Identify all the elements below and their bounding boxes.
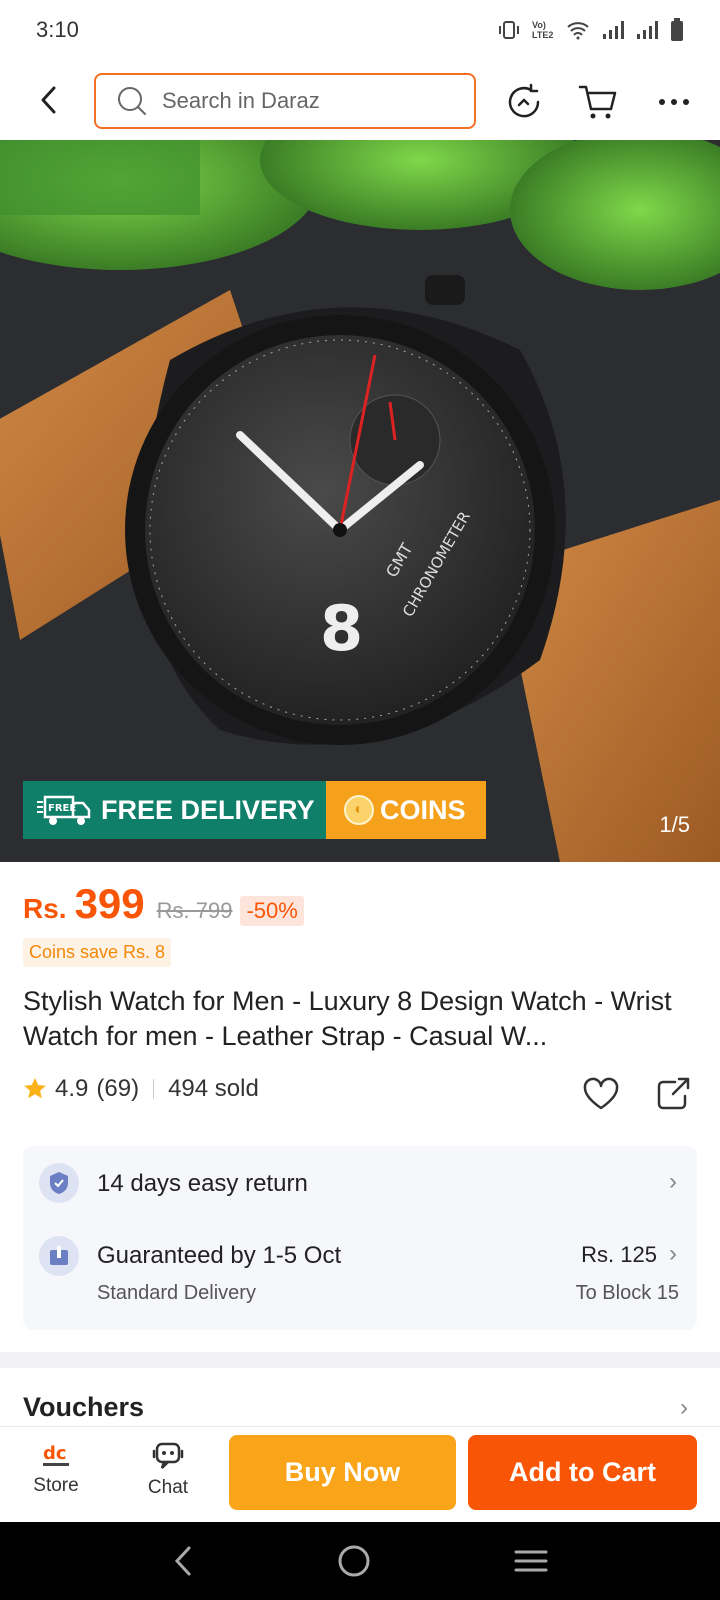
price-row: Rs. 399 Rs. 799 -50% — [23, 880, 304, 928]
status-icons: Vo) LTE2 — [498, 18, 684, 42]
delivery-guarantee: Guaranteed by 1-5 Oct — [97, 1242, 342, 1269]
delivery-location: To Block 15 — [575, 1282, 679, 1304]
service-card: 14 days easy return › Guaranteed by 1-5 … — [23, 1146, 697, 1330]
add-to-cart-button[interactable]: Add to Cart — [468, 1435, 697, 1510]
return-policy-row[interactable]: 14 days easy return › — [23, 1146, 697, 1220]
svg-text:dc: dc — [43, 1443, 67, 1464]
section-divider — [0, 1352, 720, 1368]
system-nav-bar — [0, 1522, 720, 1600]
chat-label: Chat — [147, 1477, 189, 1498]
rating-row[interactable]: 4.9 (69) 494 sold — [23, 1075, 259, 1103]
wishlist-button[interactable] — [579, 1072, 623, 1116]
more-dots-icon — [659, 99, 689, 105]
battery-icon — [671, 18, 683, 41]
vibrate-icon — [499, 21, 519, 39]
more-button[interactable] — [650, 78, 698, 126]
back-arrow-icon — [41, 86, 56, 114]
history-button[interactable] — [500, 78, 548, 126]
signal-icon-2 — [637, 21, 658, 39]
status-bar: 3:10 Vo) LTE2 — [0, 0, 720, 60]
store-button[interactable]: dc Store — [6, 1441, 106, 1497]
nav-back-icon[interactable] — [171, 1544, 195, 1578]
nav-recents-icon[interactable] — [513, 1547, 549, 1575]
cart-button[interactable] — [574, 78, 622, 126]
refresh-history-icon — [508, 83, 540, 118]
sold-count: 494 sold — [168, 1075, 259, 1102]
original-price: Rs. 799 — [156, 898, 233, 923]
delivery-fee: Rs. 125 — [581, 1242, 657, 1267]
search-icon — [118, 87, 146, 115]
coin-icon: ◐ — [344, 795, 374, 825]
product-title: Stylish Watch for Men - Luxury 8 Design … — [23, 986, 672, 1051]
price-currency: Rs. — [23, 893, 67, 924]
bottom-action-bar: dc Store Chat Buy Now Add to Cart — [0, 1426, 720, 1522]
chat-button[interactable]: Chat — [118, 1441, 218, 1499]
chevron-right-icon: › — [669, 1240, 677, 1267]
lte-label: Vo) LTE2 — [532, 20, 554, 40]
delivery-type: Standard Delivery — [97, 1282, 256, 1304]
product-image[interactable]: 8 GMT CHRONOMETER — [0, 140, 720, 862]
chevron-right-icon: › — [669, 1168, 677, 1195]
wifi-icon — [567, 22, 589, 40]
svg-text:FREE: FREE — [48, 803, 76, 814]
watch-illustration: 8 GMT CHRONOMETER — [0, 140, 720, 862]
chevron-right-icon[interactable]: › — [680, 1394, 688, 1422]
delivery-box-icon — [39, 1236, 79, 1276]
shield-check-icon — [39, 1163, 79, 1203]
cart-icon — [578, 85, 617, 119]
coins-save-badge: Coins save Rs. 8 — [23, 938, 172, 967]
nav-home-icon[interactable] — [337, 1544, 371, 1578]
svg-text:8: 8 — [320, 592, 363, 665]
heart-icon — [583, 1077, 619, 1110]
delivery-row[interactable]: Guaranteed by 1-5 Oct Standard Delivery … — [23, 1220, 697, 1330]
image-counter: 1/5 — [659, 812, 690, 837]
coins-label: COINS — [380, 794, 466, 825]
search-placeholder: Search in Daraz — [162, 88, 320, 113]
status-time: 3:10 — [36, 17, 79, 42]
star-icon — [24, 1078, 46, 1099]
store-logo-icon: dc — [43, 1443, 69, 1466]
discount-badge: -50% — [240, 896, 304, 926]
price-amount: 399 — [74, 880, 145, 927]
top-bar: Search in Daraz — [0, 64, 720, 140]
search-input[interactable]: Search in Daraz — [94, 73, 476, 129]
free-delivery-label: FREE DELIVERY — [101, 794, 315, 825]
return-policy-label: 14 days easy return — [97, 1170, 308, 1197]
signal-icon-1 — [603, 21, 624, 39]
store-label: Store — [33, 1475, 79, 1496]
chat-bot-icon — [152, 1442, 184, 1469]
delivery-truck-icon: FREE — [37, 795, 91, 825]
rating-divider — [153, 1079, 155, 1099]
vouchers-heading[interactable]: Vouchers — [23, 1392, 144, 1423]
buy-now-button[interactable]: Buy Now — [229, 1435, 456, 1510]
back-button[interactable] — [28, 78, 68, 122]
share-icon — [657, 1077, 690, 1110]
coins-badge: ◐ COINS — [326, 781, 486, 839]
rating-value: 4.9 — [55, 1075, 89, 1102]
share-button[interactable] — [651, 1072, 695, 1116]
review-count: (69) — [96, 1075, 140, 1102]
free-delivery-badge: FREE FREE DELIVERY — [23, 781, 326, 839]
